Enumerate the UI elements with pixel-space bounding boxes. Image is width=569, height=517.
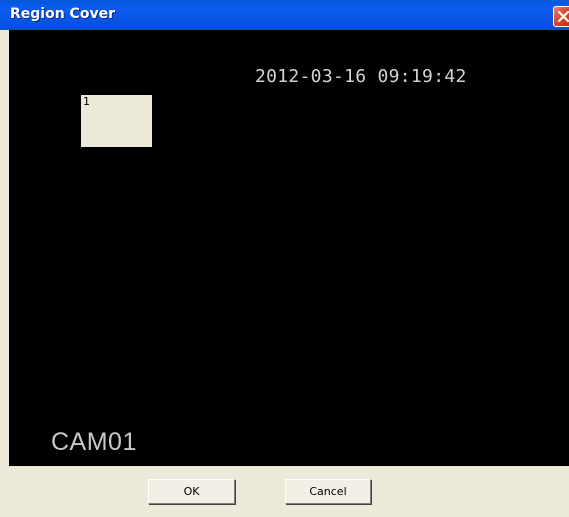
region-cover-dialog: Region Cover 2012-03-16 09:19:42 1 CAM01…	[0, 0, 569, 517]
ok-button[interactable]: OK	[148, 479, 235, 504]
close-icon	[557, 10, 569, 23]
window-title: Region Cover	[10, 6, 115, 22]
osd-camera-name: CAM01	[51, 428, 137, 456]
osd-timestamp: 2012-03-16 09:19:42	[255, 66, 467, 87]
title-bar[interactable]: Region Cover	[0, 0, 569, 30]
cover-region-label: 1	[83, 95, 90, 108]
cancel-button[interactable]: Cancel	[285, 479, 371, 504]
cover-region[interactable]: 1	[81, 95, 152, 147]
button-bar: OK Cancel	[0, 466, 569, 517]
video-preview[interactable]: 2012-03-16 09:19:42 1 CAM01	[9, 30, 569, 466]
close-button[interactable]	[553, 6, 569, 27]
